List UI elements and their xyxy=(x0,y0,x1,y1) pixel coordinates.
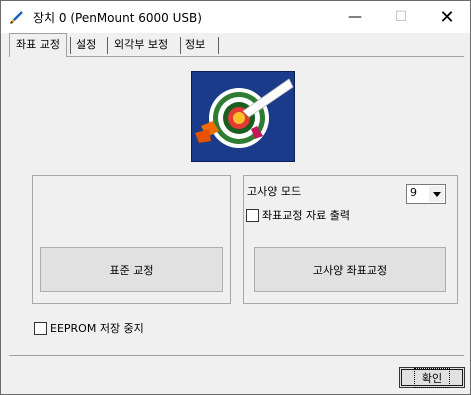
tab-info[interactable]: 정보 xyxy=(185,34,205,55)
standard-calibration-button[interactable]: 표준 교정 xyxy=(40,247,223,292)
window-title: 장치 0 (PenMount 6000 USB) xyxy=(33,11,202,25)
pen-icon xyxy=(10,11,23,24)
close-icon: ✕ xyxy=(439,6,455,28)
advanced-mode-label: 고사양 모드 xyxy=(247,185,302,198)
ok-button[interactable]: 확인 xyxy=(399,367,465,388)
tab-edge-compensation[interactable]: 외각부 보정 xyxy=(114,34,168,55)
advanced-calibration-button[interactable]: 고사양 좌표교정 xyxy=(254,247,446,292)
tab-separator xyxy=(180,37,181,54)
footer-divider xyxy=(9,355,464,356)
ok-button-label: 확인 xyxy=(413,367,451,388)
chevron-down-icon[interactable] xyxy=(429,186,444,202)
output-data-label: 좌표교정 자료 출력 xyxy=(262,209,350,222)
tab-settings[interactable]: 설정 xyxy=(76,34,96,55)
advanced-mode-value: 9 xyxy=(410,186,417,199)
minimize-icon: — xyxy=(348,9,362,25)
target-calibration-icon xyxy=(191,71,295,162)
tab-separator xyxy=(107,37,108,54)
tab-separator xyxy=(70,37,71,54)
maximize-icon: ☐ xyxy=(394,9,408,25)
close-button[interactable]: ✕ xyxy=(424,1,470,33)
app-window: 장치 0 (PenMount 6000 USB) — ☐ ✕ 좌표 교정 설정 … xyxy=(0,0,471,395)
eeprom-checkbox[interactable] xyxy=(34,322,47,335)
eeprom-label: EEPROM 저장 중지 xyxy=(50,322,144,335)
tab-strip: 좌표 교정 설정 외각부 보정 정보 xyxy=(9,33,464,57)
minimize-button[interactable]: — xyxy=(332,1,378,33)
tab-calibration[interactable]: 좌표 교정 xyxy=(9,33,67,57)
tab-separator xyxy=(218,37,219,54)
title-bar: 장치 0 (PenMount 6000 USB) — ☐ ✕ xyxy=(1,1,470,33)
maximize-button[interactable]: ☐ xyxy=(378,1,424,33)
advanced-mode-select[interactable]: 9 xyxy=(406,184,446,204)
output-data-checkbox[interactable] xyxy=(246,209,259,222)
